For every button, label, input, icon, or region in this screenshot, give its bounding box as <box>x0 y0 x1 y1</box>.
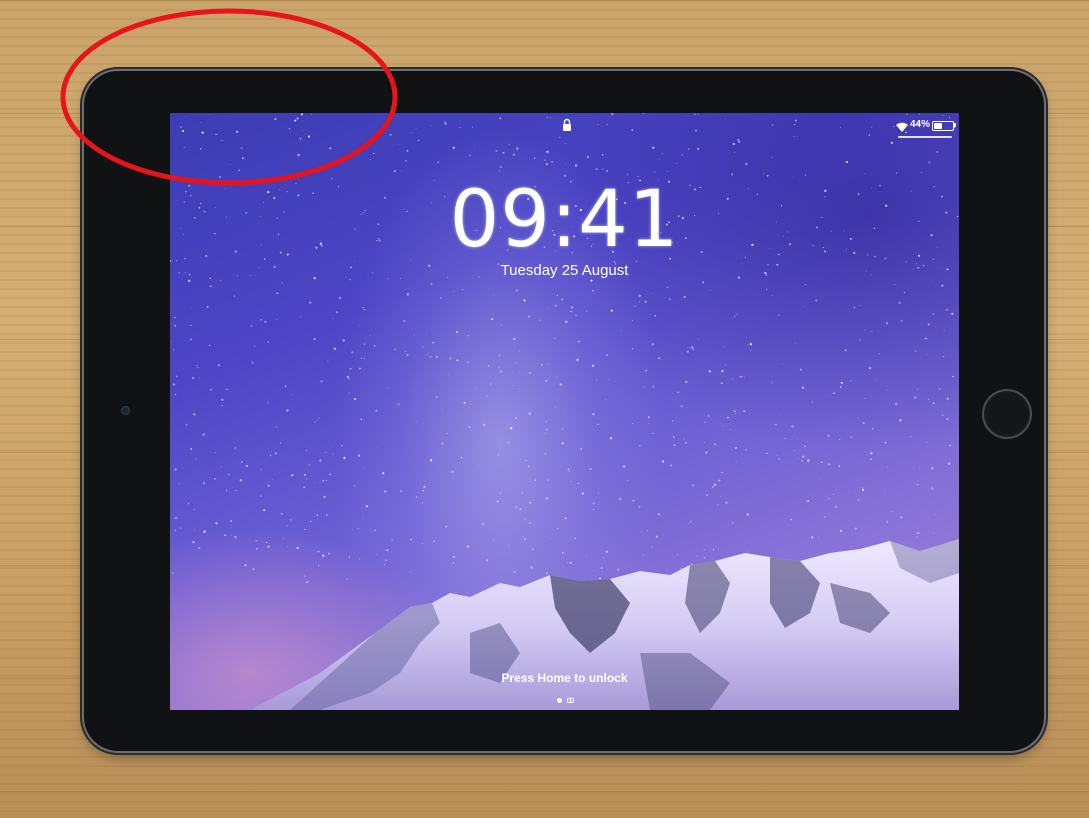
battery-fill <box>934 123 942 129</box>
battery-percentage: 44% <box>910 119 931 130</box>
unlock-hint: Press Home to unlock <box>501 671 628 685</box>
page-dot <box>557 698 562 703</box>
lock-screen: 44% 09:41 Tuesday 25 August Press Home t… <box>170 113 959 710</box>
lock-date: Tuesday 25 August <box>500 262 629 279</box>
wifi-icon <box>896 122 908 132</box>
camera-icon <box>567 697 574 703</box>
red-circle-annotation <box>60 8 398 186</box>
battery-cap <box>954 123 956 127</box>
home-button[interactable] <box>984 391 1030 437</box>
front-camera <box>121 406 130 415</box>
lock-icon <box>563 118 571 131</box>
lock-clock: 09:41 <box>449 175 680 265</box>
status-underline <box>898 136 952 138</box>
page-indicator <box>557 697 577 705</box>
battery-icon <box>932 121 954 131</box>
